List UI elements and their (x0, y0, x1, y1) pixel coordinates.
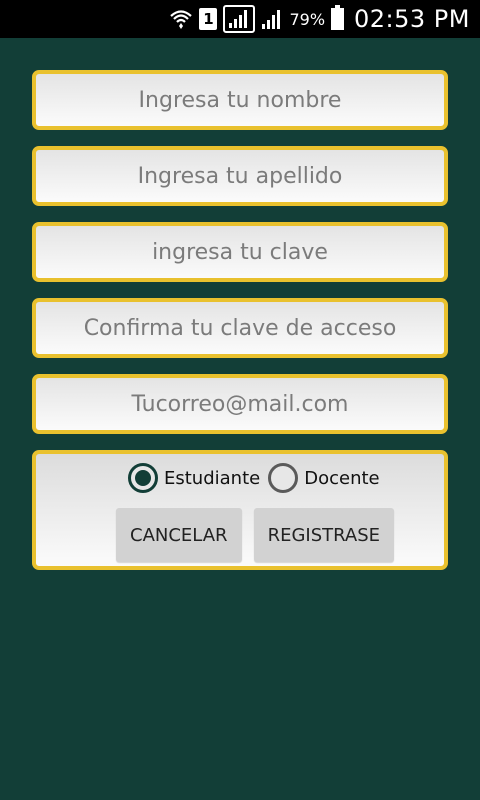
nombre-field[interactable] (32, 70, 448, 130)
wifi-icon (169, 8, 193, 30)
nombre-input[interactable] (36, 74, 444, 126)
action-buttons: CANCELAR REGISTRASE (116, 508, 395, 562)
confirmar-clave-field[interactable] (32, 298, 448, 358)
correo-input[interactable] (36, 378, 444, 430)
status-bar: 1 79% 02:53 PM (0, 0, 480, 38)
sim-card-icon: 1 (199, 8, 218, 30)
cancel-button[interactable]: CANCELAR (116, 508, 242, 562)
estudiante-label[interactable]: Estudiante (164, 468, 260, 489)
apellido-field[interactable] (32, 146, 448, 206)
docente-radio[interactable] (268, 463, 299, 493)
battery-icon (331, 5, 345, 30)
apellido-input[interactable] (36, 150, 444, 202)
correo-field[interactable] (32, 374, 448, 434)
clock: 02:53 PM (354, 5, 470, 33)
docente-label[interactable]: Docente (304, 468, 379, 489)
signal-strength-icon (223, 5, 256, 33)
clave-field[interactable] (32, 222, 448, 282)
sim-number: 1 (199, 8, 218, 30)
role-radio-group: Estudiante Docente (128, 460, 388, 496)
radio-selected-dot (135, 470, 151, 486)
signal-strength-secondary-icon (261, 8, 283, 30)
role-and-actions-panel: Estudiante Docente CANCELAR REGISTRASE (32, 450, 448, 570)
estudiante-radio[interactable] (128, 463, 158, 493)
register-button[interactable]: REGISTRASE (253, 508, 395, 562)
battery-percentage: 79% (289, 9, 326, 29)
clave-input[interactable] (36, 226, 444, 278)
confirmar-clave-input[interactable] (36, 302, 444, 354)
